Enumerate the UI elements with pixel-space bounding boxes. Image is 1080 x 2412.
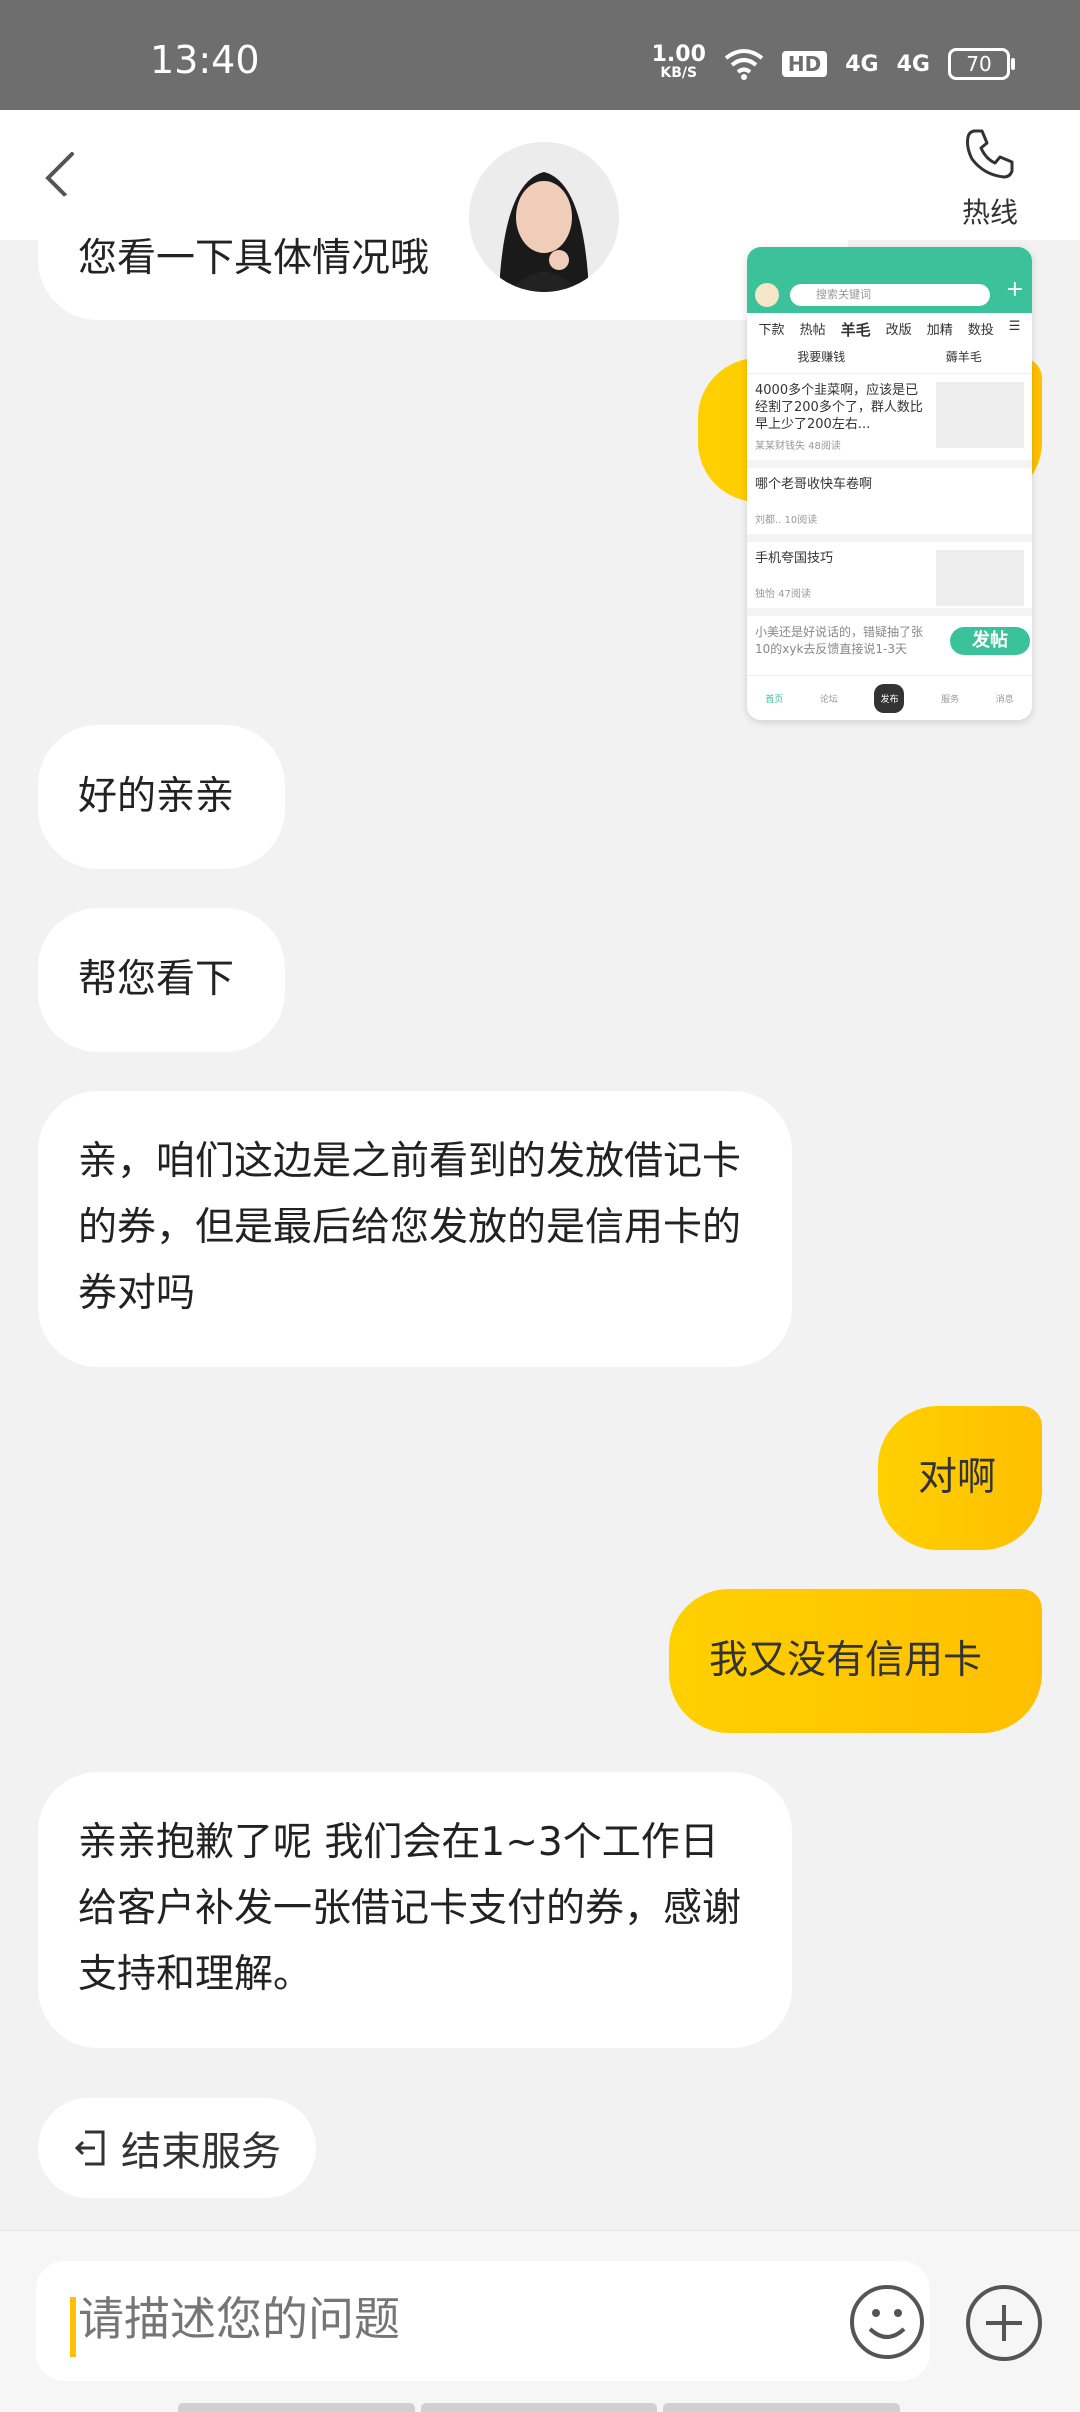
phone-icon [966, 129, 1014, 179]
wifi-icon [724, 49, 764, 80]
emoji-icon[interactable] [848, 2283, 926, 2361]
exit-icon [74, 2130, 105, 2166]
mini-search-placeholder: 搜索关键词 [816, 288, 871, 301]
mini-item-thumbnail [936, 550, 1024, 606]
message-bubble: 我又没有信用卡 [669, 1589, 1042, 1733]
mini-tab[interactable]: 数投 [968, 319, 994, 340]
message-text: 您看一下具体情况哦 [78, 236, 430, 281]
message-text: 帮您看下 [78, 957, 235, 1002]
mini-item-thumbnail [936, 382, 1024, 448]
end-service-label: 结束服务 [121, 2129, 281, 2175]
mini-header: 搜索关键词 + [747, 247, 1032, 313]
message-text: 亲亲抱歉了呢 我们会在1~3个工作日给客户补发一张借记卡支付的券，感谢支持和理解… [78, 1820, 742, 1997]
status-bar: 13:40 1.00 KB/S HD 4G 4G 70 [0, 0, 1080, 110]
message-bubble: 对啊 [878, 1406, 1042, 1550]
mini-tab[interactable]: 羊毛 [841, 319, 871, 340]
mini-nav-message[interactable]: 消息 [996, 692, 1014, 705]
mini-tab[interactable]: 热帖 [800, 319, 826, 340]
mini-nav-publish[interactable]: 发布 [874, 683, 905, 713]
mini-tab[interactable]: 改版 [886, 319, 912, 340]
mini-nav-home[interactable]: 首页 [765, 692, 783, 705]
mini-post-label: 发帖 [972, 630, 1008, 651]
mini-item-title: 哪个老哥收快车卷啊 [755, 477, 873, 492]
message-text: 好的亲亲 [78, 774, 235, 819]
hotline-button[interactable]: 热线 [940, 125, 1040, 231]
message-text: 我又没有信用卡 [709, 1638, 983, 1683]
mini-nav-service[interactable]: 服务 [941, 692, 959, 705]
message-bubble: 帮您看下 [38, 908, 285, 1052]
message-text: 亲，咱们这边是之前看到的发放借记卡的券，但是最后给您发放的是信用卡的券对吗 [78, 1139, 742, 1316]
mini-item-title: 4000多个韭菜啊，应该是已经割了200多个了，群人数比早上少了200左右... [755, 383, 923, 432]
mini-nav-forum[interactable]: 论坛 [820, 692, 838, 705]
battery-level: 70 [966, 52, 992, 76]
mini-item-title: 手机夸国技巧 [755, 551, 834, 566]
hotline-label: 热线 [961, 196, 1018, 229]
mini-sub-tab[interactable]: 我要赚钱 [797, 348, 845, 365]
mini-tabs: 下款 热帖 羊毛 改版 加精 数投 ☰ [747, 313, 1032, 346]
mini-list-item[interactable]: 手机夸国技巧 独怡 47阅读 [747, 542, 1032, 616]
mini-add-icon[interactable]: + [1006, 277, 1024, 302]
network-speed: 1.00 KB/S [652, 44, 706, 82]
mini-list-item[interactable]: 哪个老哥收快车卷啊 刘都.. 10阅读 [747, 468, 1032, 542]
message-text: 对啊 [918, 1455, 997, 1500]
status-time: 13:40 [150, 38, 260, 82]
add-icon[interactable] [964, 2283, 1044, 2363]
message-bubble: 亲亲抱歉了呢 我们会在1~3个工作日给客户补发一张借记卡支付的券，感谢支持和理解… [38, 1772, 792, 2048]
input-bar [0, 2230, 1080, 2412]
menu-icon[interactable]: ☰ [1009, 319, 1021, 340]
mini-item-title: 小美还是好说话的，错疑抽了张10的xyk去反馈直接说1-3天 [755, 625, 924, 656]
end-service-button[interactable]: 结束服务 [38, 2098, 316, 2198]
mini-sub-tab[interactable]: 薅羊毛 [946, 348, 982, 365]
mini-tab[interactable]: 下款 [759, 319, 785, 340]
message-bubble: 好的亲亲 [38, 725, 285, 869]
floating-app-window[interactable]: 搜索关键词 + 下款 热帖 羊毛 改版 加精 数投 ☰ 我要赚钱 薅羊毛 400… [747, 247, 1032, 720]
mini-list-item[interactable]: 4000多个韭菜啊，应该是已经割了200多个了，群人数比早上少了200左右...… [747, 374, 1032, 468]
message-bubble: 亲，咱们这边是之前看到的发放借记卡的券，但是最后给您发放的是信用卡的券对吗 [38, 1091, 792, 1367]
mini-bottom-nav: 首页 论坛 发布 服务 消息 [747, 675, 1032, 720]
mini-avatar [755, 283, 779, 307]
status-icons: 1.00 KB/S HD 4G 4G 70 [652, 44, 1015, 84]
mini-search-input[interactable]: 搜索关键词 [790, 284, 990, 306]
message-input[interactable] [76, 2291, 820, 2347]
mini-item-meta: 刘都.. 10阅读 [755, 515, 818, 526]
mini-tab[interactable]: 加精 [927, 319, 953, 340]
battery-icon: 70 [948, 48, 1015, 80]
hd-icon: HD [781, 51, 828, 77]
navigation-gesture-bar [178, 2403, 901, 2412]
signal-icon-2: 4G [896, 51, 930, 77]
message-input-box[interactable] [36, 2261, 930, 2381]
mini-post-button[interactable]: 发帖 [950, 627, 1030, 655]
agent-avatar [465, 138, 623, 296]
message-bubble: 您看一下具体情况哦 [38, 186, 848, 320]
mini-sub-tabs: 我要赚钱 薅羊毛 [747, 346, 1032, 374]
signal-icon-1: 4G [845, 51, 879, 77]
